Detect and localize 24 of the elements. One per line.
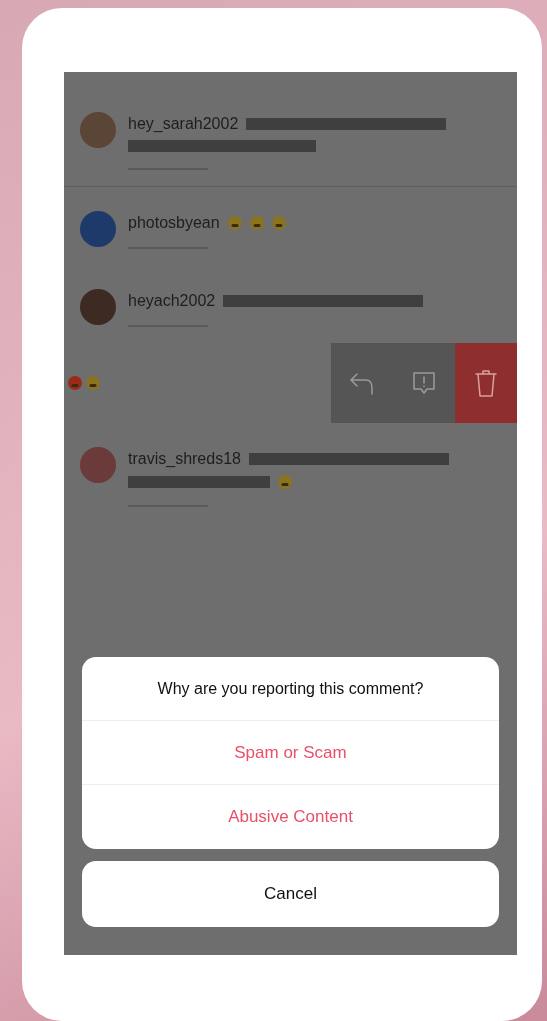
report-option[interactable]: Spam or Scam [82, 721, 499, 785]
username[interactable]: photosbyean [128, 215, 220, 231]
avatar-placeholder[interactable] [80, 112, 116, 148]
trash-icon [474, 368, 498, 398]
emoji-icon [68, 376, 82, 390]
report-action-button[interactable] [393, 343, 455, 423]
emoji-icon [271, 216, 286, 230]
username[interactable]: hey_sarah2002 [128, 116, 239, 132]
emoji-icon [227, 216, 242, 230]
emoji-icon [249, 216, 264, 230]
emoji-icon [278, 475, 292, 489]
avatar-placeholder[interactable] [80, 447, 116, 483]
reply-icon [348, 370, 376, 396]
avatar-placeholder[interactable] [80, 289, 116, 325]
emoji-icon [86, 376, 100, 390]
report-icon [410, 369, 438, 397]
reply-action-button[interactable] [331, 343, 393, 423]
cancel-button[interactable]: Cancel [82, 861, 499, 927]
sheet-title: Why are you reporting this comment? [82, 657, 499, 721]
report-option[interactable]: Abusive Content [82, 785, 499, 849]
delete-action-button[interactable] [455, 343, 517, 423]
username[interactable]: travis_shreds18 [128, 451, 241, 467]
username[interactable]: heyach2002 [128, 293, 216, 309]
avatar-placeholder[interactable] [80, 211, 116, 247]
